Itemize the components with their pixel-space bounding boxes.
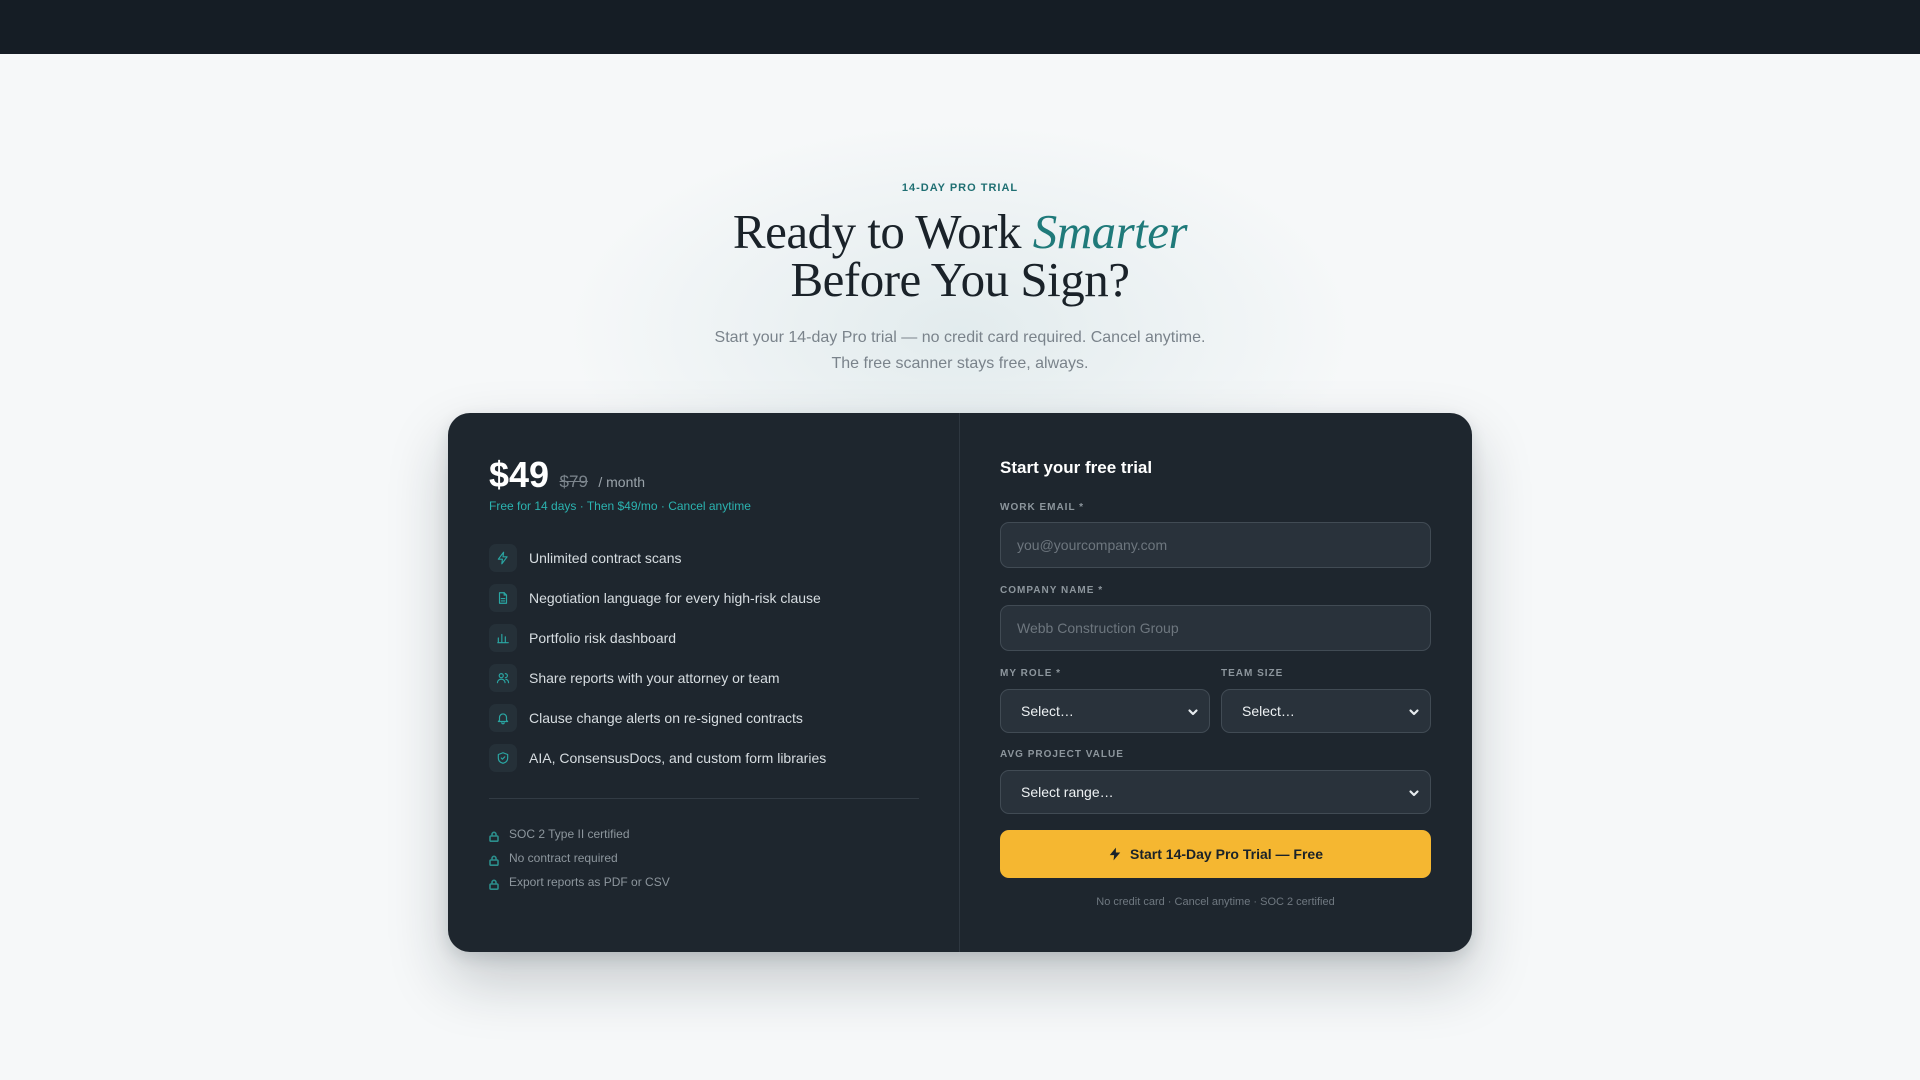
trial-note: Free for 14 days · Then $49/mo · Cancel … [489,499,751,513]
feature-list: Unlimited contract scans Negotiation lan… [489,538,826,778]
feature-item: Portfolio risk dashboard [489,618,826,658]
role-select-value: Select… [1021,703,1074,719]
hero-subtitle: Start your 14-day Pro trial — no credit … [0,325,1920,377]
feature-label: Portfolio risk dashboard [529,630,677,646]
lock-icon [489,877,499,890]
hero-subtitle-line-2: The free scanner stays free, always. [831,355,1089,372]
trust-label: Export reports as PDF or CSV [509,875,670,889]
email-field[interactable] [1000,522,1431,568]
headline-part-1: Ready to Work [732,204,1033,259]
plan-divider [489,798,919,799]
shield-icon [489,744,517,772]
project-value-label: AVG PROJECT VALUE [1000,749,1124,760]
hero-section: 14-DAY PRO TRIAL Ready to Work Smarter B… [0,182,1920,377]
trust-item: SOC 2 Type II certified [489,822,670,846]
feature-item: Negotiation language for every high-risk… [489,578,826,618]
company-field[interactable] [1000,605,1431,651]
feature-item: AIA, ConsensusDocs, and custom form libr… [489,738,826,778]
plan-period: / month [598,474,646,490]
hero-subtitle-line-1: Start your 14-day Pro trial — no credit … [714,329,1206,346]
users-icon [489,664,517,692]
lock-icon [489,829,499,842]
lock-icon [489,853,499,866]
start-trial-button-label: Start 14-Day Pro Trial — Free [1130,846,1323,862]
feature-label: Negotiation language for every high-risk… [529,590,821,606]
top-nav-bar [0,0,1920,54]
form-footnote: No credit card · Cancel anytime · SOC 2 … [1096,896,1335,908]
plan-old-price: $79 [559,472,588,491]
bell-icon [489,704,517,732]
lightning-icon [489,544,517,572]
trust-item: Export reports as PDF or CSV [489,870,670,894]
document-icon [489,584,517,612]
card-divider [959,413,960,952]
chevron-down-icon [1408,786,1420,798]
hero-eyebrow: 14-DAY PRO TRIAL [901,182,1019,194]
trust-item: No contract required [489,846,670,870]
trust-label: No contract required [509,851,618,865]
form-title: Start your free trial [1000,458,1153,477]
lightning-icon [1109,847,1121,861]
feature-item: Clause change alerts on re-signed contra… [489,698,826,738]
bar-chart-icon [489,624,517,652]
trust-list: SOC 2 Type II certified No contract requ… [489,822,670,894]
trust-label: SOC 2 Type II certified [509,827,630,841]
chevron-down-icon [1408,705,1420,717]
headline-part-2: Before You Sign? [790,252,1130,307]
company-label: COMPANY NAME * [1000,585,1104,596]
feature-item: Share reports with your attorney or team [489,658,826,698]
role-select[interactable]: Select… [1000,689,1210,733]
role-label: MY ROLE * [1000,668,1062,679]
headline-accent: Smarter [1032,204,1188,259]
team-size-label: TEAM SIZE [1221,668,1284,679]
start-trial-button[interactable]: Start 14-Day Pro Trial — Free [1000,830,1431,878]
feature-label: Clause change alerts on re-signed contra… [529,710,803,726]
feature-item: Unlimited contract scans [489,538,826,578]
project-value-select-value: Select range… [1021,784,1114,800]
project-value-select[interactable]: Select range… [1000,770,1431,814]
page-title: Ready to Work Smarter Before You Sign? [0,207,1920,307]
feature-label: AIA, ConsensusDocs, and custom form libr… [529,750,827,766]
feature-label: Share reports with your attorney or team [529,670,780,686]
email-label: WORK EMAIL * [1000,502,1085,513]
team-size-select-value: Select… [1242,703,1295,719]
chevron-down-icon [1187,705,1199,717]
feature-label: Unlimited contract scans [529,550,682,566]
pricing-signup-card: $49 $79 / month Free for 14 days · Then … [448,413,1472,952]
price-row: $49 $79 / month [489,454,645,496]
team-size-select[interactable]: Select… [1221,689,1431,733]
plan-price: $49 [489,454,550,495]
